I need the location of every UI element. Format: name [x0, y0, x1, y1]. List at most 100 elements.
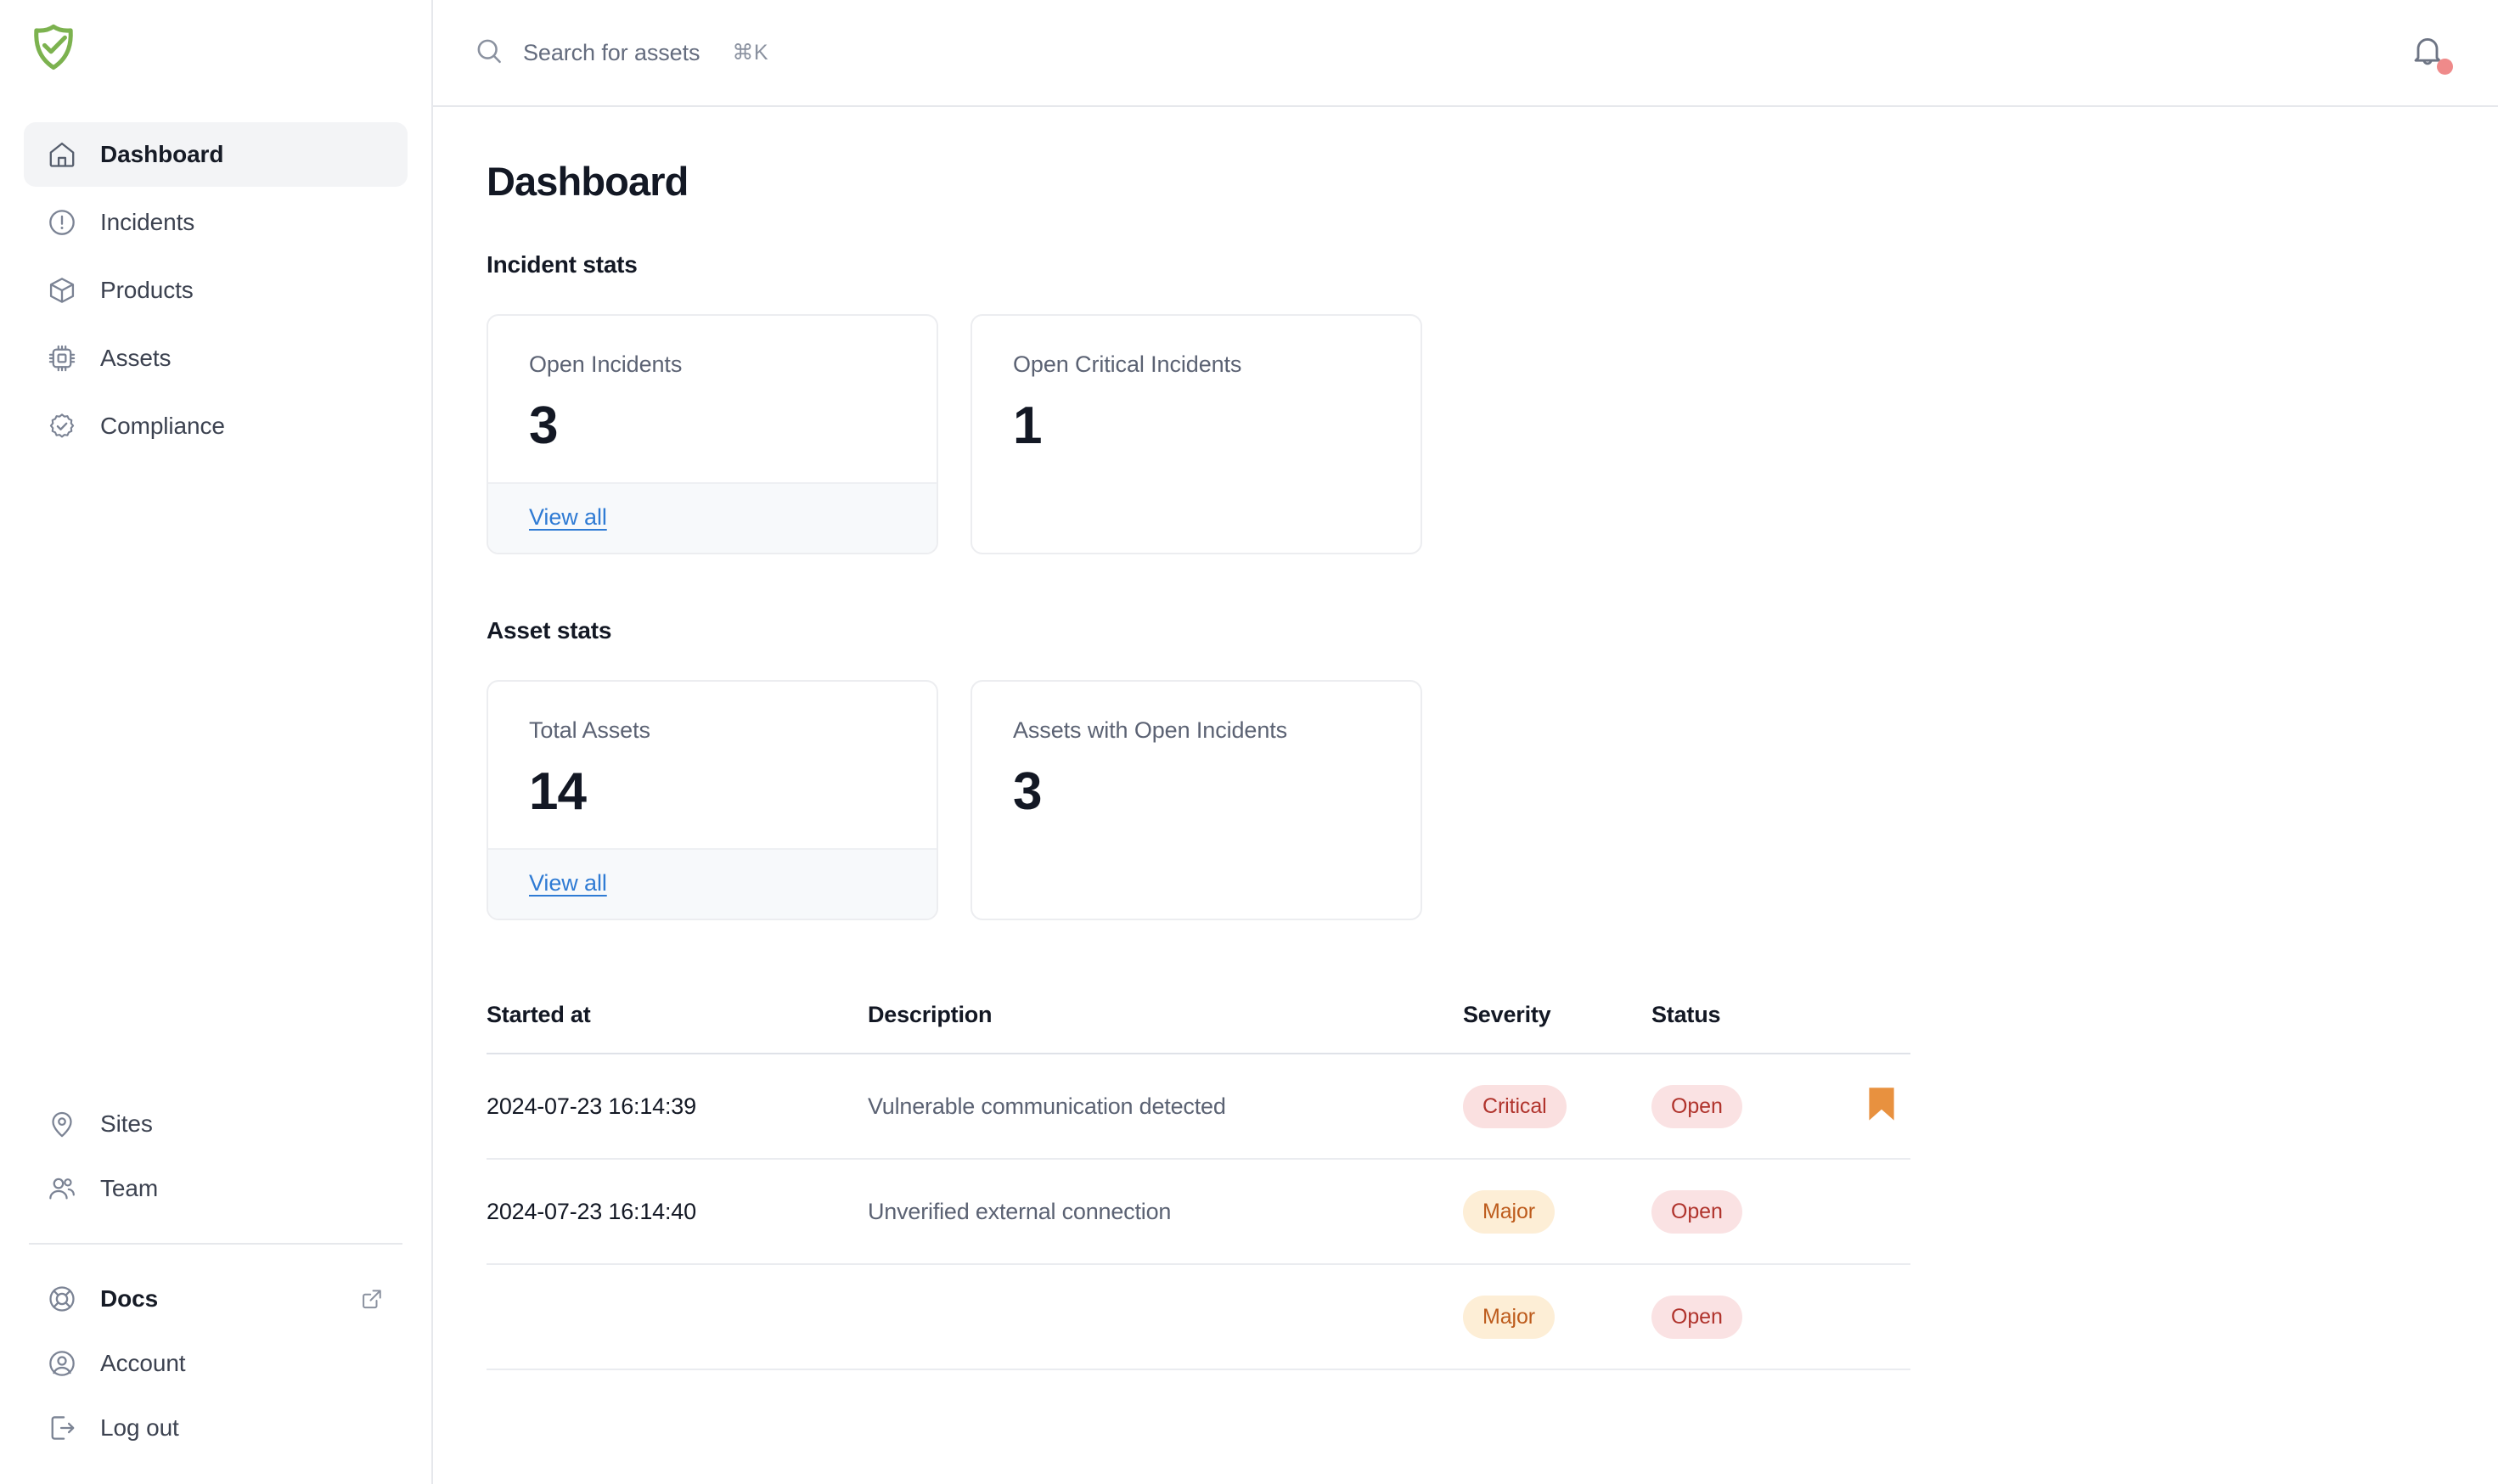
sidebar: Dashboard Incidents Products Assets Comp… [0, 0, 433, 1484]
logout-icon [46, 1412, 78, 1444]
sidebar-item-incidents[interactable]: Incidents [24, 190, 408, 255]
status-badge: Open [1651, 1295, 1742, 1339]
sidebar-divider [29, 1243, 402, 1245]
badge-check-icon [46, 410, 78, 442]
sidebar-item-label: Dashboard [100, 141, 224, 167]
stat-card-body: Open Incidents 3 [488, 316, 937, 482]
notifications-button[interactable] [2405, 30, 2453, 76]
sidebar-item-products[interactable]: Products [24, 258, 408, 323]
stat-card-label: Total Assets [529, 717, 650, 744]
search-placeholder: Search for assets [523, 39, 700, 65]
cell-status: Open [1651, 1084, 1821, 1128]
search-shortcut-hint: ⌘K [732, 41, 769, 65]
sidebar-item-dashboard[interactable]: Dashboard [24, 122, 408, 187]
column-header-description[interactable]: Description [868, 1002, 1463, 1028]
external-link-icon [358, 1285, 385, 1313]
lifebuoy-icon [46, 1283, 78, 1315]
stat-card-value: 3 [529, 396, 558, 455]
cell-severity: Major [1463, 1189, 1651, 1234]
incident-stats-heading: Incident stats [487, 251, 638, 278]
cell-status: Open [1651, 1295, 1821, 1339]
main-area: Search for assets ⌘K Dashboard Incident … [433, 0, 2498, 1484]
stat-card-value: 3 [1013, 762, 1042, 822]
sidebar-bottom-nav: Sites Team Docs Account Log out [0, 1092, 431, 1484]
bookmark-icon[interactable] [1867, 1085, 1896, 1128]
stat-card-open-incidents[interactable]: Open Incidents 3 View all [487, 314, 938, 555]
sidebar-item-compliance[interactable]: Compliance [24, 394, 408, 458]
status-badge: Open [1651, 1084, 1742, 1128]
map-pin-icon [46, 1108, 78, 1140]
stat-card-footer-empty [972, 876, 1421, 919]
cell-description: Vulnerable communication detected [868, 1093, 1226, 1119]
sidebar-item-label: Log out [100, 1414, 179, 1441]
sidebar-item-label: Assets [100, 345, 172, 371]
sidebar-item-sites[interactable]: Sites [24, 1092, 408, 1156]
user-circle-icon [46, 1347, 78, 1380]
sidebar-item-label: Products [100, 277, 194, 303]
stat-card-body: Total Assets 14 [488, 682, 937, 848]
cell-flag [1821, 1085, 1910, 1128]
sidebar-item-label: Account [100, 1350, 186, 1376]
asset-stats-cards: Total Assets 14 View all Assets with Ope… [487, 680, 2498, 921]
view-all-link[interactable]: View all [529, 504, 607, 530]
users-icon [46, 1172, 78, 1205]
severity-badge: Major [1463, 1189, 1556, 1234]
sidebar-item-label: Compliance [100, 413, 225, 439]
incidents-table: Started at Description Severity Status 2… [487, 1002, 1910, 1371]
sidebar-item-team[interactable]: Team [24, 1156, 408, 1221]
cube-icon [46, 274, 78, 306]
cell-severity: Critical [1463, 1084, 1651, 1128]
home-icon [46, 138, 78, 171]
table-row[interactable]: 2024-07-23 16:14:40 Unverified external … [487, 1160, 1910, 1266]
stat-card-label: Open Incidents [529, 351, 683, 377]
stat-card-open-critical-incidents[interactable]: Open Critical Incidents 1 [971, 314, 1422, 555]
page-content: Dashboard Incident stats Open Incidents … [433, 107, 2498, 1484]
app-logo[interactable] [0, 0, 431, 109]
column-header-severity[interactable]: Severity [1463, 1002, 1651, 1028]
stat-card-footer: View all [488, 482, 937, 554]
severity-badge: Critical [1463, 1084, 1567, 1128]
sidebar-item-docs[interactable]: Docs [24, 1267, 408, 1331]
shield-check-icon [29, 22, 78, 77]
search-input[interactable]: Search for assets ⌘K [474, 36, 768, 70]
app-root: Dashboard Incidents Products Assets Comp… [0, 0, 2498, 1484]
cell-description: Unverified external connection [868, 1198, 1172, 1224]
view-all-link[interactable]: View all [529, 870, 607, 896]
chip-icon [46, 342, 78, 374]
stat-card-label: Open Critical Incidents [1013, 351, 1242, 377]
sidebar-item-logout[interactable]: Log out [24, 1396, 408, 1460]
stat-card-footer: View all [488, 848, 937, 919]
stat-card-footer-empty [972, 510, 1421, 553]
column-header-started-at[interactable]: Started at [487, 1002, 868, 1028]
content-inner: Dashboard Incident stats Open Incidents … [433, 158, 2498, 1371]
incident-stats-cards: Open Incidents 3 View all Open Critical … [487, 314, 2498, 555]
cell-started-at: 2024-07-23 16:14:40 [487, 1198, 696, 1224]
sidebar-item-label: Sites [100, 1110, 153, 1137]
stat-card-value: 1 [1013, 396, 1042, 455]
page-title: Dashboard [487, 159, 689, 204]
stat-card-total-assets[interactable]: Total Assets 14 View all [487, 680, 938, 921]
asset-stats-heading: Asset stats [487, 617, 612, 644]
sidebar-item-label: Incidents [100, 209, 195, 235]
topbar: Search for assets ⌘K [433, 0, 2498, 107]
table-row[interactable]: Major Open [487, 1265, 1910, 1371]
stat-card-value: 14 [529, 762, 587, 822]
search-icon [474, 36, 504, 70]
stat-card-assets-with-open-incidents[interactable]: Assets with Open Incidents 3 [971, 680, 1422, 921]
sidebar-item-account[interactable]: Account [24, 1331, 408, 1396]
stat-card-body: Open Critical Incidents 1 [972, 316, 1421, 510]
sidebar-primary-nav: Dashboard Incidents Products Assets Comp… [0, 109, 431, 458]
table-header-row: Started at Description Severity Status [487, 1002, 1910, 1055]
sidebar-item-label: Docs [100, 1285, 159, 1312]
status-badge: Open [1651, 1189, 1742, 1234]
severity-badge: Major [1463, 1295, 1556, 1339]
table-row[interactable]: 2024-07-23 16:14:39 Vulnerable communica… [487, 1054, 1910, 1161]
sidebar-item-label: Team [100, 1175, 159, 1201]
sidebar-item-assets[interactable]: Assets [24, 326, 408, 391]
stat-card-body: Assets with Open Incidents 3 [972, 682, 1421, 876]
column-header-status[interactable]: Status [1651, 1002, 1821, 1028]
notification-unread-dot [2437, 59, 2453, 75]
cell-status: Open [1651, 1189, 1821, 1234]
stat-card-label: Assets with Open Incidents [1013, 717, 1288, 744]
cell-severity: Major [1463, 1295, 1651, 1339]
